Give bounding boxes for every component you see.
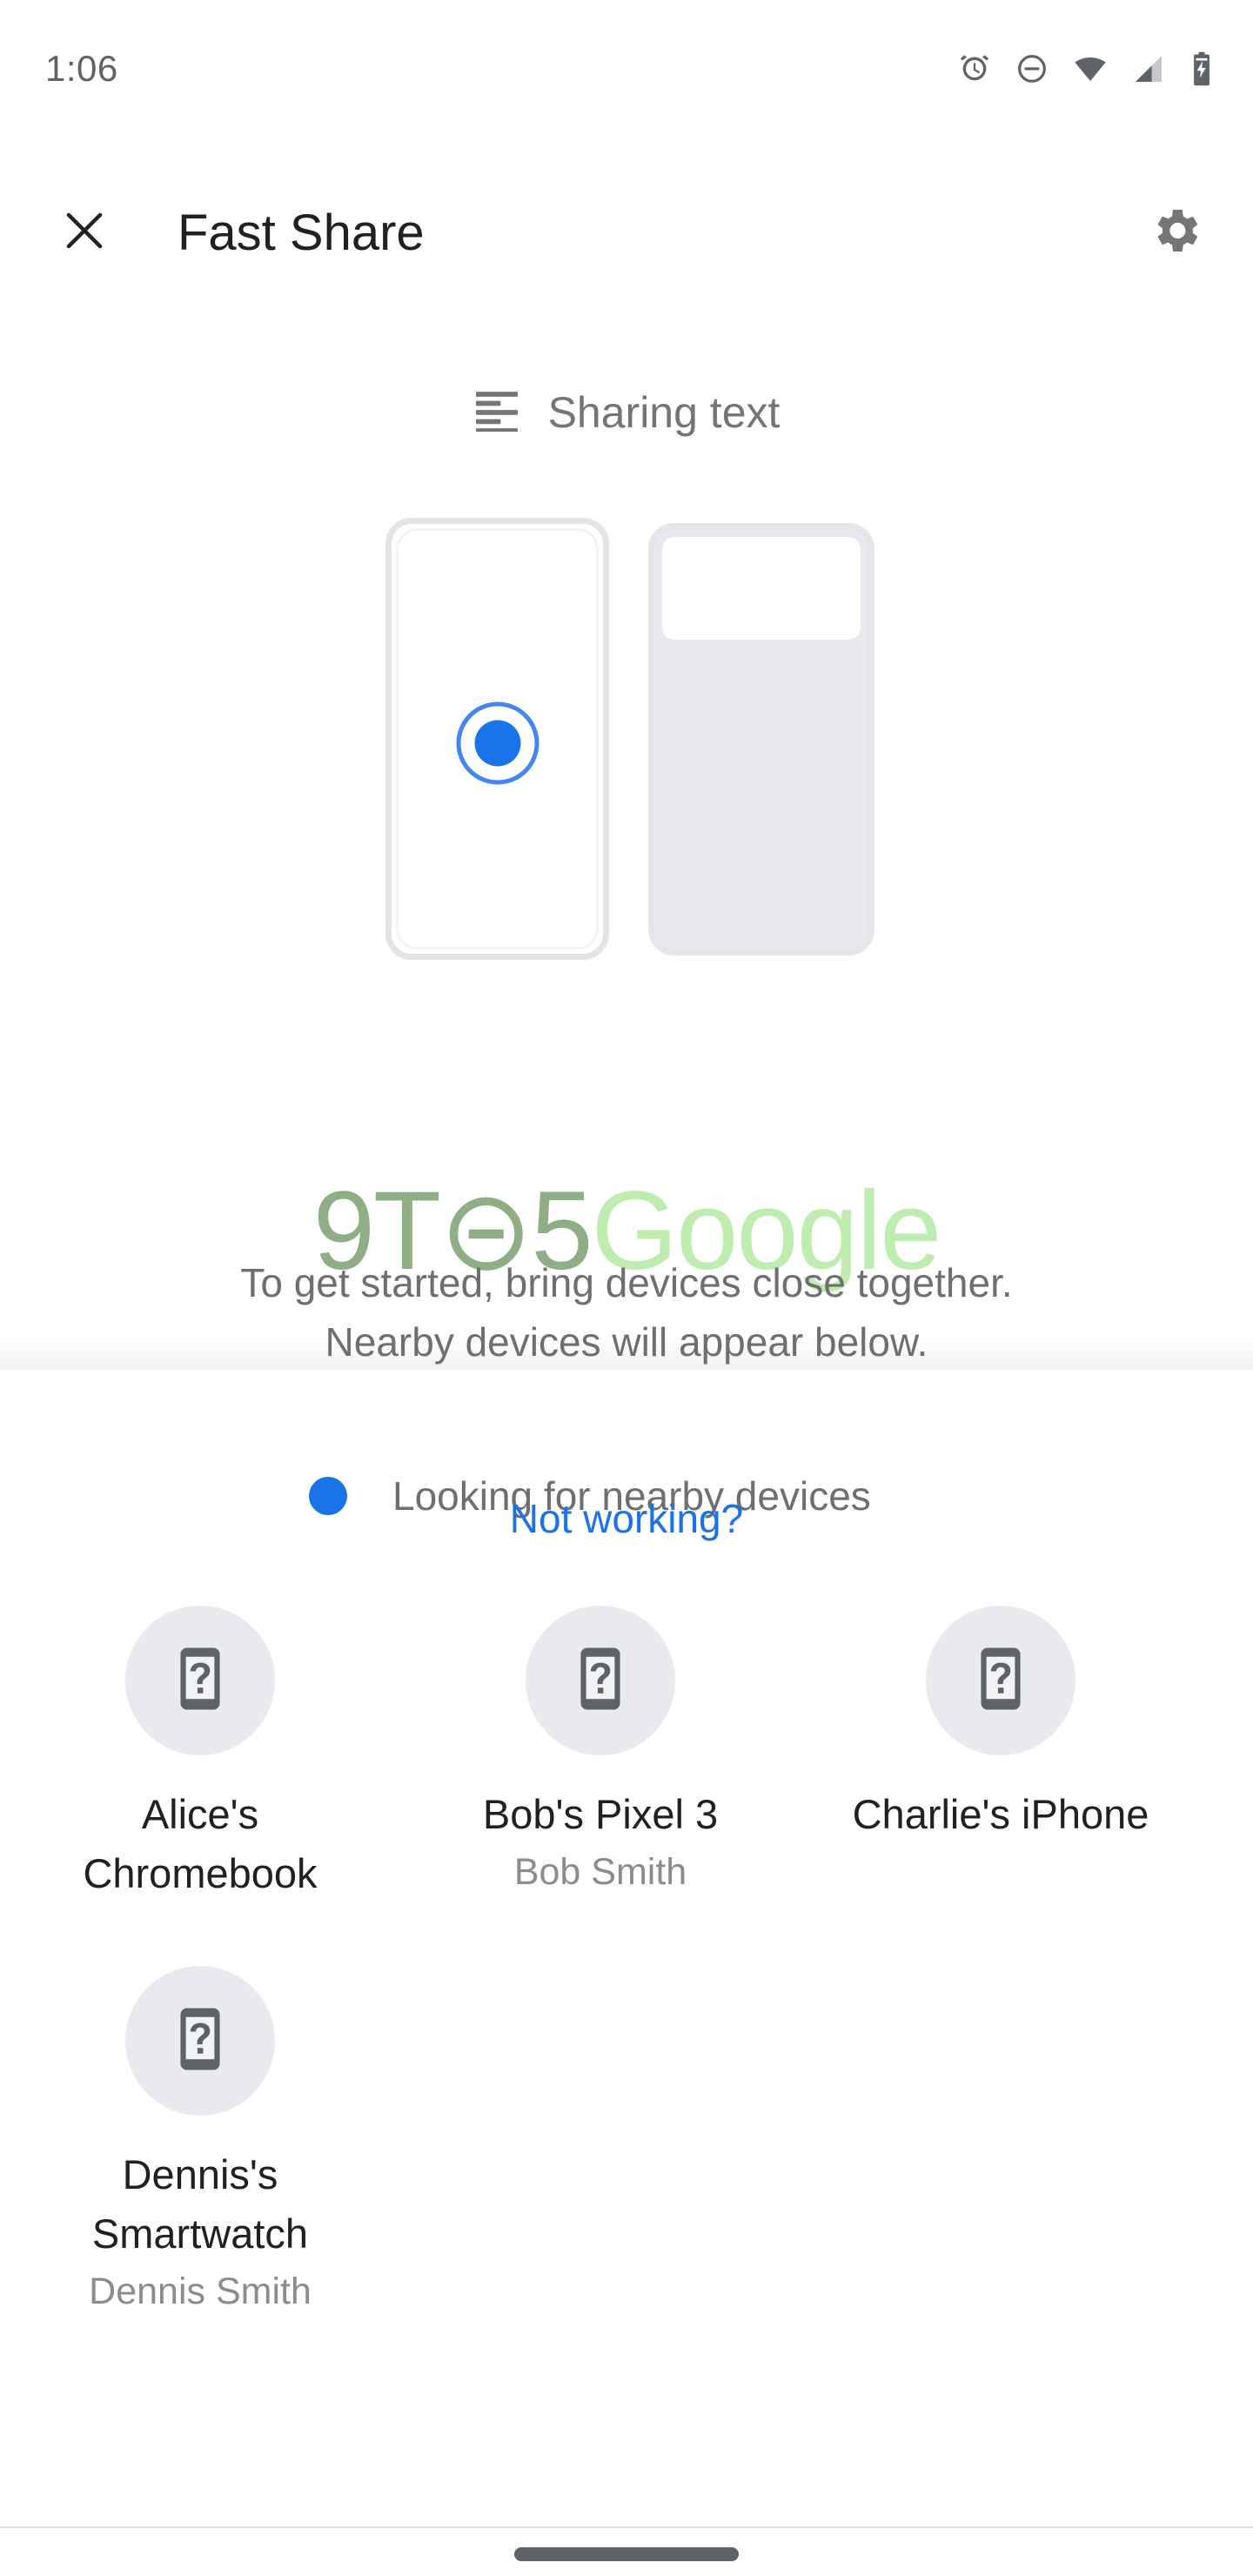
status-bar: 1:06 [0, 0, 1253, 122]
battery-charging-icon [1189, 50, 1215, 87]
list-item[interactable]: Bob's Pixel 3 Bob Smith [400, 1606, 801, 1905]
avatar [926, 1606, 1075, 1755]
settings-button[interactable] [1136, 194, 1215, 272]
list-item-device-owner: Bob Smith [513, 1851, 687, 1893]
list-item-device-name: Bob's Pixel 3 [482, 1791, 719, 1837]
unknown-device-icon [565, 1643, 636, 1719]
sharing-content-row: Sharing text [0, 387, 1253, 438]
gear-icon [1148, 203, 1203, 263]
close-icon [57, 204, 111, 262]
close-button[interactable] [45, 194, 124, 272]
unknown-device-icon [965, 1643, 1036, 1719]
not-working-link[interactable]: Not working? [0, 1495, 1253, 1542]
avatar [125, 1966, 275, 2116]
unknown-device-icon [164, 2003, 236, 2079]
app-bar: Fast Share [0, 170, 1253, 296]
do-not-disturb-icon [1015, 51, 1049, 86]
alarm-icon [957, 51, 992, 86]
avatar [526, 1606, 675, 1755]
sender-phone-graphic [385, 518, 609, 960]
status-bar-icons [957, 35, 1215, 87]
list-item-device-name: Alice's Chromebook [83, 1791, 318, 1896]
list-item[interactable]: Dennis's Smartwatch Dennis Smith [0, 1966, 400, 2318]
list-item[interactable]: Alice's Chromebook [0, 1606, 400, 1905]
receiver-phone-graphic [648, 523, 874, 956]
avatar [125, 1606, 275, 1755]
page-title: Fast Share [178, 205, 425, 261]
nearby-devices-pane: Looking for nearby devices Alice's Chrom… [0, 1372, 1253, 2528]
unknown-device-icon [164, 1643, 236, 1719]
list-item[interactable]: Charlie's iPhone [801, 1606, 1201, 1905]
home-gesture-pill[interactable] [514, 2546, 739, 2561]
cellular-signal-icon [1131, 51, 1166, 86]
fast-share-screen: 1:06 Fast Share Sharing text 9T⊝5Google … [0, 0, 1253, 2576]
list-item-device-owner: Dennis Smith [89, 2271, 312, 2312]
status-bar-clock: 1:06 [45, 48, 118, 89]
share-preview-pane: Sharing text 9T⊝5Google To get started, … [0, 296, 1253, 1541]
pairing-hint: To get started, bring devices close toge… [0, 1253, 1253, 1372]
wifi-icon [1072, 51, 1109, 86]
system-nav-bar [0, 2528, 1253, 2576]
pulse-dot-graphic [474, 720, 520, 767]
receiver-phone-notification-strip [662, 537, 861, 640]
list-item-device-name: Charlie's iPhone [852, 1791, 1149, 1837]
device-pairing-illustration [0, 518, 1253, 962]
list-item-device-name: Dennis's Smartwatch [91, 2151, 309, 2257]
nearby-devices-grid: Alice's Chromebook Bob's Pixel 3 Bob Smi… [0, 1606, 1253, 2378]
sharing-content-label: Sharing text [547, 388, 781, 437]
pairing-hint-line-1: To get started, bring devices close toge… [240, 1260, 1013, 1305]
text-lines-icon [473, 390, 520, 436]
pairing-hint-line-2: Nearby devices will appear below. [325, 1319, 928, 1365]
